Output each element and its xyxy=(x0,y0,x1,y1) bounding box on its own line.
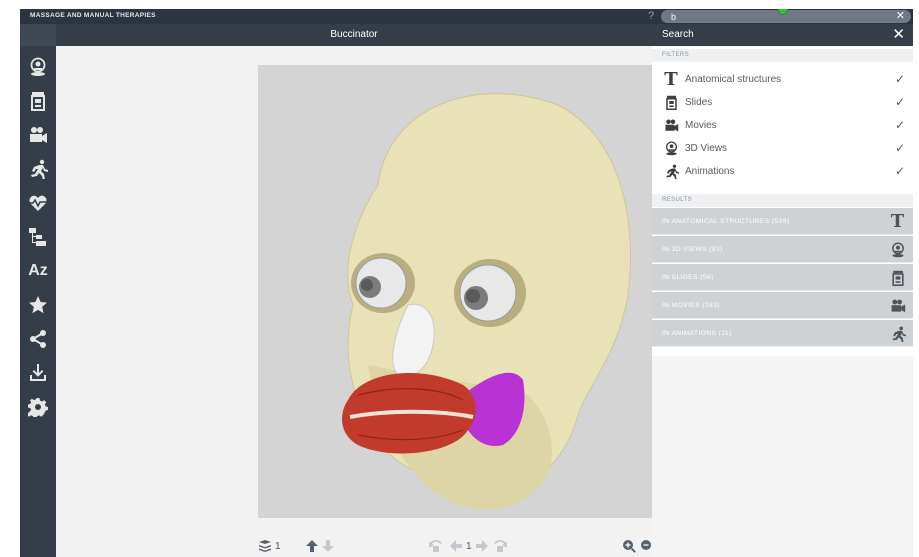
sidebar: Az xyxy=(20,24,56,557)
search-panel-empty-area xyxy=(652,356,913,557)
result-label: IN ANATOMICAL STRUCTURES (539) xyxy=(662,218,790,225)
zoom-out-button[interactable] xyxy=(640,538,652,554)
filter-slides[interactable]: Slides ✓ xyxy=(652,91,913,114)
sidebar-header xyxy=(20,24,56,46)
zoom-in-icon xyxy=(623,540,636,553)
search-input[interactable] xyxy=(671,10,871,23)
move-up-button[interactable] xyxy=(306,538,318,554)
check-icon: ✓ xyxy=(894,95,905,109)
top-bar: MASSAGE AND MANUAL THERAPIES ? ✕ xyxy=(20,9,913,24)
result-movies[interactable]: IN MOVIES (163) xyxy=(652,292,913,319)
rotate-right-button[interactable] xyxy=(492,538,508,554)
slides-icon xyxy=(891,270,904,286)
layers-count: 1 xyxy=(275,540,281,552)
move-down-button[interactable] xyxy=(322,538,334,554)
movies-icon xyxy=(665,119,678,131)
filter-anatomical-structures[interactable]: T Anatomical structures ✓ xyxy=(652,68,913,91)
page-number: 1 xyxy=(466,540,472,552)
clear-search-icon[interactable]: ✕ xyxy=(896,10,905,23)
filters-label: FILTERS xyxy=(652,49,913,62)
result-slides[interactable]: IN SLIDES (56) xyxy=(652,264,913,291)
viewer-toolbar: 1 1 xyxy=(56,536,652,557)
sidebar-item-az-index[interactable]: Az xyxy=(20,256,56,286)
animations-icon xyxy=(31,159,48,179)
previous-page-button[interactable] xyxy=(450,538,462,554)
sidebar-item-animations[interactable] xyxy=(20,154,56,184)
zoom-out-icon xyxy=(641,540,651,550)
3d-views-icon xyxy=(665,140,677,155)
sidebar-item-hierarchy[interactable] xyxy=(20,222,56,252)
sidebar-item-favorites[interactable] xyxy=(20,290,56,320)
3d-model-canvas[interactable] xyxy=(258,65,652,518)
viewer-title: Buccinator xyxy=(330,29,378,40)
sidebar-item-settings[interactable] xyxy=(20,392,56,422)
sidebar-item-share[interactable] xyxy=(20,324,56,354)
check-icon: ✓ xyxy=(894,141,905,155)
search-panel-title: Search xyxy=(662,29,694,40)
text-T-icon: T xyxy=(890,211,905,232)
hierarchy-icon xyxy=(29,228,46,246)
share-icon xyxy=(30,330,46,348)
filter-label: Anatomical structures xyxy=(685,74,782,85)
viewer-header: Buccinator xyxy=(56,24,652,46)
result-label: IN 3D VIEWS (93) xyxy=(662,246,723,253)
sidebar-item-download[interactable] xyxy=(20,358,56,388)
rotate-left-button[interactable] xyxy=(428,538,444,554)
help-icon[interactable]: ? xyxy=(648,9,654,24)
slides-icon xyxy=(31,92,45,111)
heartbeat-icon xyxy=(28,195,48,211)
filter-animations[interactable]: Animations ✓ xyxy=(652,160,913,183)
close-panel-icon[interactable]: ✕ xyxy=(892,24,905,46)
search-panel-header: Search ✕ xyxy=(652,24,913,46)
layers-icon xyxy=(259,540,271,552)
download-icon xyxy=(30,364,46,381)
search-panel: Search ✕ FILTERS T Anatomical structures… xyxy=(652,24,913,557)
az-index-icon: Az xyxy=(28,262,48,279)
arrow-down-icon xyxy=(322,540,334,552)
3d-views-icon xyxy=(891,241,904,257)
filter-label: 3D Views xyxy=(685,143,728,154)
result-3d-views[interactable]: IN 3D VIEWS (93) xyxy=(652,236,913,263)
check-icon: ✓ xyxy=(894,118,905,132)
sidebar-item-slides[interactable] xyxy=(20,86,56,116)
layers-button[interactable]: 1 xyxy=(258,538,281,554)
arrow-right-icon xyxy=(476,540,488,552)
sidebar-item-3d-views[interactable] xyxy=(20,52,56,82)
text-T-icon: T xyxy=(664,68,678,90)
rotate-left-icon xyxy=(429,540,442,552)
filter-label: Slides xyxy=(685,97,713,108)
animations-icon xyxy=(891,326,906,342)
viewer-area: 1 1 xyxy=(56,46,652,557)
result-label: IN MOVIES (163) xyxy=(662,302,721,309)
arrow-left-icon xyxy=(450,540,462,552)
next-page-button[interactable] xyxy=(476,538,488,554)
skull-model-image xyxy=(342,93,631,510)
3d-views-icon xyxy=(30,57,46,76)
filter-3d-views[interactable]: 3D Views ✓ xyxy=(652,137,913,160)
results-label: RESULTS xyxy=(652,194,913,207)
sidebar-item-heartbeat[interactable] xyxy=(20,188,56,218)
result-label: IN ANIMATIONS (11) xyxy=(662,330,732,337)
zoom-in-button[interactable] xyxy=(622,538,636,554)
result-animations[interactable]: IN ANIMATIONS (11) xyxy=(652,320,913,347)
filter-label: Movies xyxy=(685,120,717,131)
result-anatomical-structures[interactable]: IN ANATOMICAL STRUCTURES (539) T xyxy=(652,208,913,235)
app-title: MASSAGE AND MANUAL THERAPIES xyxy=(30,12,156,19)
check-icon: ✓ xyxy=(894,164,905,178)
star-icon xyxy=(29,296,47,314)
arrow-up-icon xyxy=(306,540,318,552)
movies-icon xyxy=(30,127,47,143)
app-window: MASSAGE AND MANUAL THERAPIES ? ✕ Az xyxy=(20,9,913,557)
result-label: IN SLIDES (56) xyxy=(662,274,714,281)
movies-icon xyxy=(891,299,905,312)
sidebar-item-movies[interactable] xyxy=(20,120,56,150)
rotate-right-icon xyxy=(494,540,507,552)
filter-movies[interactable]: Movies ✓ xyxy=(652,114,913,137)
filter-label: Animations xyxy=(685,166,735,177)
settings-icon xyxy=(28,398,48,417)
check-icon: ✓ xyxy=(894,72,905,86)
animations-icon xyxy=(665,164,679,179)
slides-icon xyxy=(665,95,677,110)
